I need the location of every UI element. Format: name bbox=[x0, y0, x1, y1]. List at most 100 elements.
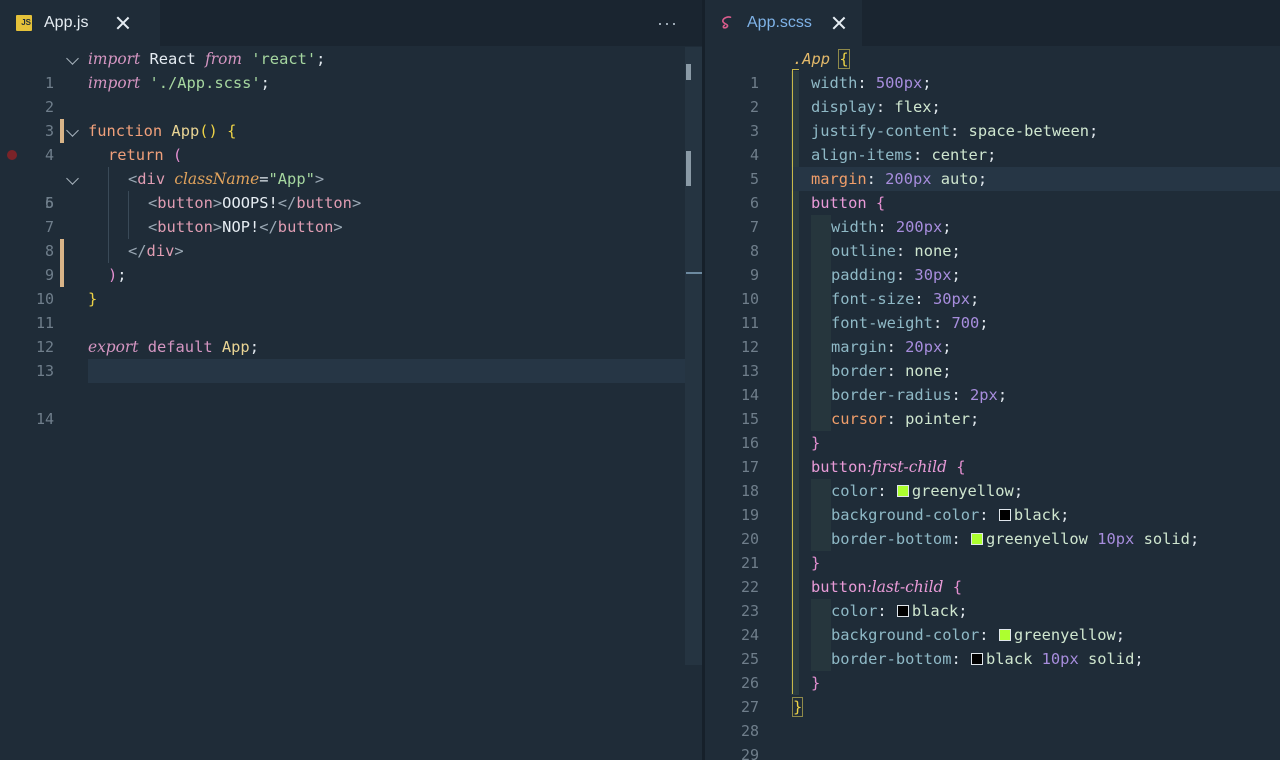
code-line[interactable]: 10 ); bbox=[0, 263, 702, 308]
code-text: button { bbox=[811, 194, 886, 212]
scrollbar-marker bbox=[686, 64, 691, 80]
code-line[interactable]: 6 margin: 200px auto; bbox=[705, 167, 1280, 212]
js-file-icon: JS bbox=[16, 15, 32, 31]
code-text: width: 500px; bbox=[811, 74, 932, 92]
code-line[interactable]: 8 <button>NOP!</button> bbox=[0, 215, 702, 287]
code-line[interactable]: 5 align-items: center; bbox=[705, 143, 1280, 188]
code-line[interactable]: 7 button { bbox=[705, 191, 1280, 236]
code-text: border: none; bbox=[831, 362, 952, 380]
code-line[interactable]: 14 border: none; bbox=[705, 359, 1280, 404]
code-text: } bbox=[811, 434, 821, 452]
js-code-area[interactable]: 1 import React from 'react'; 2 import '.… bbox=[0, 47, 702, 760]
breakpoint-icon[interactable] bbox=[7, 150, 17, 160]
code-line[interactable]: 13 export default App; bbox=[0, 335, 702, 380]
code-line[interactable]: 5 return ( bbox=[0, 143, 702, 212]
code-line[interactable]: 1 .App { bbox=[705, 47, 1280, 92]
code-line[interactable]: 13 margin: 20px; bbox=[705, 335, 1280, 380]
code-text: border-bottom: greenyellow 10px solid; bbox=[831, 530, 1200, 548]
tab-label: App.js bbox=[44, 14, 89, 31]
code-line[interactable]: 12 font-weight: 700; bbox=[705, 311, 1280, 356]
line-number: 14 bbox=[35, 410, 54, 428]
code-line[interactable]: 24 color: black; bbox=[705, 599, 1280, 644]
code-text: color: greenyellow; bbox=[831, 482, 1024, 500]
color-swatch[interactable] bbox=[896, 605, 909, 617]
vertical-scrollbar[interactable] bbox=[685, 47, 702, 665]
code-line[interactable]: 9 </div> bbox=[0, 239, 702, 284]
code-text: function App() { bbox=[88, 122, 237, 140]
code-line[interactable]: 14 bbox=[0, 359, 702, 428]
code-text: <button>OOOPS!</button> bbox=[148, 194, 362, 212]
code-line[interactable]: 3 bbox=[0, 95, 702, 140]
tab-label: App.scss bbox=[747, 14, 812, 31]
code-line[interactable]: 20 background-color: black; bbox=[705, 503, 1280, 548]
code-line[interactable]: 9 outline: none; bbox=[705, 239, 1280, 284]
code-text: font-size: 30px; bbox=[831, 290, 980, 308]
color-swatch[interactable] bbox=[998, 629, 1011, 641]
line-number: 29 bbox=[740, 746, 759, 760]
fold-chevron-icon[interactable] bbox=[66, 124, 79, 137]
code-text: margin: 20px; bbox=[831, 338, 952, 356]
code-text: import './App.scss'; bbox=[88, 74, 270, 92]
code-line[interactable]: 11 font-size: 30px; bbox=[705, 287, 1280, 332]
code-line[interactable]: 19 color: greenyellow; bbox=[705, 479, 1280, 524]
fold-chevron-icon[interactable] bbox=[66, 52, 79, 65]
color-swatch[interactable] bbox=[896, 485, 909, 497]
code-line[interactable]: 8 width: 200px; bbox=[705, 215, 1280, 260]
code-text: padding: 30px; bbox=[831, 266, 961, 284]
js-editor-tab-bar: JS App.js ··· bbox=[0, 0, 702, 46]
code-line[interactable]: 16 cursor: pointer; bbox=[705, 407, 1280, 452]
code-line[interactable]: 2 width: 500px; bbox=[705, 71, 1280, 116]
code-text: ); bbox=[108, 266, 127, 284]
color-swatch[interactable] bbox=[998, 509, 1011, 521]
code-line[interactable]: 21 border-bottom: greenyellow 10px solid… bbox=[705, 527, 1280, 572]
code-line[interactable]: 3 display: flex; bbox=[705, 95, 1280, 140]
code-line[interactable]: 11 } bbox=[0, 287, 702, 332]
code-text: <div className="App"> bbox=[128, 170, 325, 188]
code-line[interactable]: 7 <button>OOOPS!</button> bbox=[0, 191, 702, 263]
code-text: border-bottom: black 10px solid; bbox=[831, 650, 1144, 668]
tab-app-scss[interactable]: App.scss bbox=[705, 0, 862, 46]
more-actions-icon[interactable]: ··· bbox=[657, 14, 678, 32]
code-text: display: flex; bbox=[811, 98, 941, 116]
close-icon[interactable] bbox=[832, 16, 846, 30]
code-line[interactable]: 18 button:first-child { bbox=[705, 455, 1280, 500]
code-line[interactable]: 23 button:last-child { bbox=[705, 575, 1280, 620]
code-text: .App { bbox=[793, 49, 850, 69]
code-text: margin: 200px auto; bbox=[811, 170, 988, 188]
code-line[interactable]: 26 border-bottom: black 10px solid; bbox=[705, 647, 1280, 692]
scss-editor-pane[interactable]: App.scss 1 .App { 2 width: 500px; 3 disp… bbox=[705, 0, 1280, 760]
code-line[interactable]: 4 justify-content: space-between; bbox=[705, 119, 1280, 164]
scss-code-area[interactable]: 1 .App { 2 width: 500px; 3 display: flex… bbox=[705, 47, 1280, 760]
code-line[interactable]: 17 } bbox=[705, 431, 1280, 476]
code-line[interactable]: 22 } bbox=[705, 551, 1280, 596]
js-editor-pane[interactable]: JS App.js ··· 1 import React from 'react… bbox=[0, 0, 702, 760]
code-line[interactable]: 15 border-radius: 2px; bbox=[705, 383, 1280, 428]
code-line[interactable]: 25 background-color: greenyellow; bbox=[705, 623, 1280, 668]
code-line[interactable]: 10 padding: 30px; bbox=[705, 263, 1280, 308]
code-text: border-radius: 2px; bbox=[831, 386, 1008, 404]
code-text: align-items: center; bbox=[811, 146, 997, 164]
code-text: background-color: black; bbox=[831, 506, 1070, 524]
color-swatch[interactable] bbox=[971, 533, 984, 545]
indent-guide bbox=[128, 191, 129, 239]
code-line[interactable]: 2 import './App.scss'; bbox=[0, 71, 702, 143]
tab-app-js[interactable]: JS App.js bbox=[0, 0, 160, 46]
code-text: color: black; bbox=[831, 602, 968, 620]
code-line[interactable]: 1 import React from 'react'; bbox=[0, 47, 702, 92]
color-swatch[interactable] bbox=[971, 653, 984, 665]
code-line[interactable]: 28 } bbox=[705, 695, 1280, 740]
scrollbar-marker bbox=[686, 151, 691, 186]
code-line[interactable]: 29 bbox=[705, 719, 1280, 760]
code-line[interactable]: 6 <div className="App"> bbox=[0, 167, 702, 212]
code-text: } bbox=[811, 554, 821, 572]
code-line[interactable]: 27 } bbox=[705, 671, 1280, 716]
code-line[interactable]: 12 bbox=[0, 311, 702, 356]
code-line[interactable]: 4 function App() { bbox=[0, 119, 702, 164]
code-text: } bbox=[811, 674, 821, 692]
fold-chevron-icon[interactable] bbox=[66, 172, 79, 185]
code-text: outline: none; bbox=[831, 242, 961, 260]
code-text: <button>NOP!</button> bbox=[148, 218, 343, 236]
code-text: button:last-child { bbox=[811, 578, 962, 596]
close-icon[interactable] bbox=[116, 16, 130, 30]
code-text: background-color: greenyellow; bbox=[831, 626, 1126, 644]
